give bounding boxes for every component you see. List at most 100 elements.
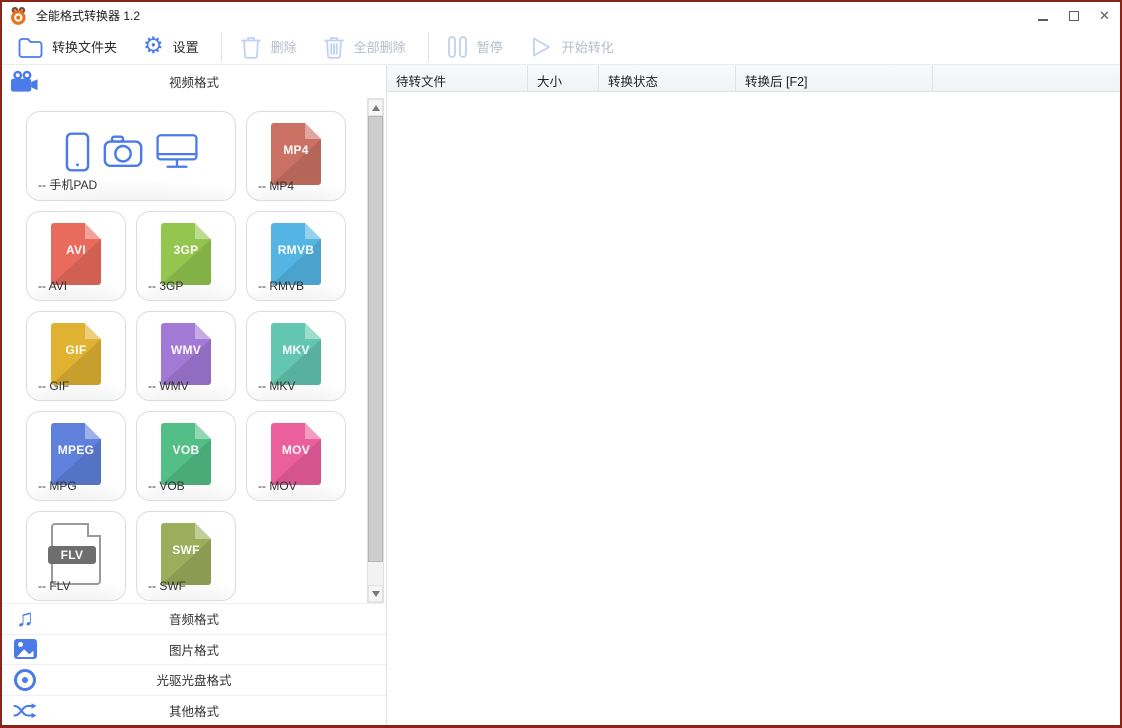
- gear-icon: ⚙: [143, 34, 164, 57]
- section-image-formats[interactable]: 图片格式: [2, 634, 386, 665]
- file-type-icon: MP4: [271, 123, 321, 185]
- format-card[interactable]: MKV -- MKV: [246, 311, 346, 401]
- file-type-icon: AVI: [51, 223, 101, 285]
- table-header: 待转文件 大小 转换状态 转换后 [F2]: [387, 65, 1120, 92]
- maximize-icon: [1069, 11, 1079, 21]
- sidebar-scrollbar[interactable]: [367, 98, 384, 603]
- scroll-down-button[interactable]: [368, 585, 383, 602]
- file-type-badge: FLV: [48, 546, 96, 564]
- format-card[interactable]: MOV -- MOV: [246, 411, 346, 501]
- format-card[interactable]: GIF -- GIF: [26, 311, 126, 401]
- toolbar-separator: [428, 32, 429, 62]
- format-card[interactable]: FLV -- FLV: [26, 511, 126, 601]
- format-card-label: -- WMV: [148, 379, 189, 393]
- section-audio-formats[interactable]: ♫ 音频格式: [2, 603, 386, 634]
- titlebar: 全能格式转换器 1.2 ✕: [2, 2, 1120, 29]
- file-type-badge: AVI: [51, 243, 101, 257]
- settings-button[interactable]: ⚙ 设置: [143, 36, 199, 57]
- format-card[interactable]: MPEG -- MPG: [26, 411, 126, 501]
- column-header-output[interactable]: 转换后 [F2]: [736, 65, 933, 91]
- delete-all-button[interactable]: 全部删除: [323, 35, 406, 59]
- delete-button[interactable]: 删除: [240, 35, 297, 59]
- convert-folder-button[interactable]: 转换文件夹: [18, 36, 117, 58]
- monitor-icon: [156, 133, 198, 175]
- format-card-label: -- RMVB: [258, 279, 304, 293]
- file-type-icon: VOB: [161, 423, 211, 485]
- folder-icon: [18, 36, 43, 58]
- delete-all-label: 全部删除: [354, 37, 406, 56]
- close-button[interactable]: ✕: [1089, 2, 1120, 29]
- video-camera-icon: [10, 70, 38, 98]
- section-other-formats[interactable]: 其他格式: [2, 695, 386, 726]
- format-card-label: -- FLV: [38, 579, 70, 593]
- toolbar: 转换文件夹 ⚙ 设置 删除 全部删除: [2, 29, 1120, 64]
- file-type-icon: MPEG: [51, 423, 101, 485]
- file-type-badge: VOB: [161, 443, 211, 457]
- image-icon: [12, 636, 38, 662]
- format-sidebar: 视频格式: [2, 65, 387, 725]
- pause-label: 暂停: [477, 37, 503, 56]
- format-card-label: -- 手机PAD: [38, 176, 97, 193]
- start-convert-button[interactable]: 开始转化: [529, 35, 614, 59]
- audio-formats-label: 音频格式: [2, 609, 386, 628]
- format-card-label: -- AVI: [38, 279, 67, 293]
- scrollbar-thumb[interactable]: [368, 116, 383, 562]
- delete-label: 删除: [271, 37, 297, 56]
- file-type-badge: 3GP: [161, 243, 211, 257]
- video-formats-label: 视频格式: [2, 72, 386, 91]
- column-header-filler: [933, 65, 1120, 91]
- format-card[interactable]: WMV -- WMV: [136, 311, 236, 401]
- format-card-label: -- MP4: [258, 179, 294, 193]
- content-area: 视频格式: [2, 64, 1120, 725]
- format-card-label: -- MOV: [258, 479, 297, 493]
- window-controls: ✕: [1027, 2, 1120, 29]
- close-icon: ✕: [1099, 9, 1110, 22]
- column-header-pending-file[interactable]: 待转文件: [387, 65, 528, 91]
- file-type-badge: WMV: [161, 343, 211, 357]
- file-list-area[interactable]: [387, 92, 1120, 725]
- format-card[interactable]: AVI -- AVI: [26, 211, 126, 301]
- file-type-icon: SWF: [161, 523, 211, 585]
- file-type-badge: MPEG: [51, 443, 101, 457]
- music-note-icon: ♫: [12, 606, 38, 632]
- shuffle-icon: [12, 697, 38, 723]
- app-window: 全能格式转换器 1.2 ✕ 转换文件夹 ⚙ 设置: [0, 0, 1122, 728]
- format-card[interactable]: 3GP -- 3GP: [136, 211, 236, 301]
- format-card-label: -- VOB: [148, 479, 185, 493]
- camera-icon: [103, 135, 143, 173]
- format-card-label: -- MKV: [258, 379, 295, 393]
- format-card[interactable]: RMVB -- RMVB: [246, 211, 346, 301]
- settings-label: 设置: [173, 37, 199, 56]
- arrow-down-icon: [372, 591, 380, 597]
- file-type-badge: MOV: [271, 443, 321, 457]
- format-card-devices[interactable]: -- 手机PAD: [26, 111, 236, 201]
- file-type-badge: SWF: [161, 543, 211, 557]
- column-header-status[interactable]: 转换状态: [599, 65, 736, 91]
- file-type-icon: MOV: [271, 423, 321, 485]
- bottom-nav: ♫ 音频格式 图片格式 光驱光盘格式: [2, 603, 386, 725]
- scrollbar-track[interactable]: [368, 562, 383, 585]
- scroll-up-button[interactable]: [368, 99, 383, 116]
- file-type-icon: 3GP: [161, 223, 211, 285]
- minimize-button[interactable]: [1027, 2, 1058, 29]
- pause-button[interactable]: 暂停: [447, 35, 503, 59]
- file-type-icon: RMVB: [271, 223, 321, 285]
- format-card-label: -- SWF: [148, 579, 186, 593]
- file-type-icon: GIF: [51, 323, 101, 385]
- section-video-formats[interactable]: 视频格式: [2, 65, 386, 98]
- file-type-icon: WMV: [161, 323, 211, 385]
- trash-all-icon: [323, 35, 345, 59]
- minimize-icon: [1038, 19, 1048, 21]
- convert-folder-label: 转换文件夹: [52, 37, 117, 56]
- format-card[interactable]: VOB -- VOB: [136, 411, 236, 501]
- column-header-size[interactable]: 大小: [528, 65, 599, 91]
- section-disc-formats[interactable]: 光驱光盘格式: [2, 664, 386, 695]
- start-convert-label: 开始转化: [562, 37, 614, 56]
- image-formats-label: 图片格式: [2, 640, 386, 659]
- format-card-label: -- GIF: [38, 379, 69, 393]
- format-card[interactable]: SWF -- SWF: [136, 511, 236, 601]
- format-card[interactable]: MP4 -- MP4: [246, 111, 346, 201]
- maximize-button[interactable]: [1058, 2, 1089, 29]
- pause-icon: [447, 35, 468, 59]
- format-card-label: -- MPG: [38, 479, 77, 493]
